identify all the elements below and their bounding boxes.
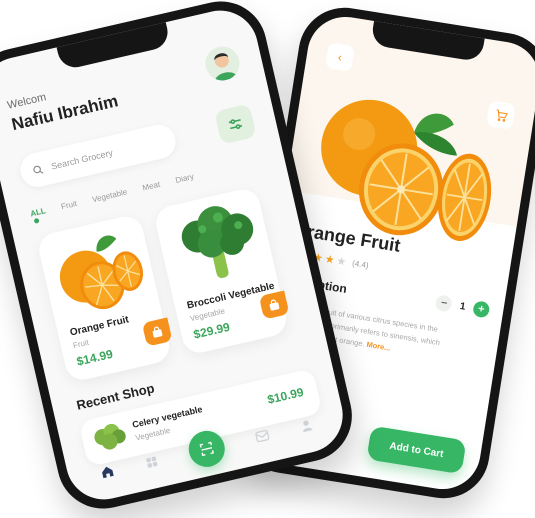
tab-diary[interactable]: Diary	[175, 172, 195, 185]
product-price: $14.99	[75, 346, 115, 369]
broccoli-image	[181, 206, 254, 279]
rating-value: (4.4)	[351, 258, 370, 271]
add-to-bag-button[interactable]	[141, 317, 173, 347]
phone-notch	[370, 19, 485, 63]
phone-notch	[56, 20, 172, 71]
increase-button[interactable]: +	[472, 300, 491, 319]
profile-icon[interactable]	[299, 418, 315, 435]
scan-icon	[199, 441, 214, 457]
quantity-value: 1	[459, 300, 467, 313]
bag-icon	[152, 326, 163, 338]
mail-icon[interactable]	[254, 429, 270, 444]
grid-icon[interactable]	[144, 454, 160, 470]
product-card[interactable]: Broccoli Vegetable Vegetable $29.99	[152, 186, 290, 357]
product-price: $29.99	[192, 319, 232, 342]
home-icon[interactable]	[99, 463, 116, 480]
avatar-image	[214, 53, 238, 83]
avatar[interactable]	[202, 43, 243, 84]
tab-all[interactable]: ALL	[29, 206, 46, 218]
star-empty-icon: ★	[335, 255, 348, 269]
bag-icon	[269, 299, 280, 311]
tab-meat[interactable]: Meat	[142, 180, 161, 193]
filter-button[interactable]	[214, 103, 257, 145]
star-icon: ★	[323, 253, 336, 267]
scan-button[interactable]	[185, 427, 229, 471]
sliders-icon	[228, 119, 243, 130]
search-icon	[33, 165, 44, 174]
tab-fruit[interactable]: Fruit	[60, 199, 78, 211]
search-placeholder: Search Grocery	[50, 147, 114, 172]
chevron-left-icon: ‹	[336, 49, 344, 65]
more-link[interactable]: More...	[366, 340, 391, 353]
tab-vegetable[interactable]: Vegetable	[91, 187, 128, 204]
product-card[interactable]: Orange Fruit Fruit $14.99	[35, 213, 173, 384]
add-to-bag-button[interactable]	[258, 290, 290, 320]
orange-image	[59, 235, 144, 310]
quantity-stepper: − 1 +	[435, 294, 491, 319]
product-category: Fruit	[72, 337, 90, 351]
back-button[interactable]: ‹	[325, 42, 355, 73]
decrease-button[interactable]: −	[435, 294, 454, 313]
add-to-cart-button[interactable]: Add to Cart	[366, 425, 467, 475]
